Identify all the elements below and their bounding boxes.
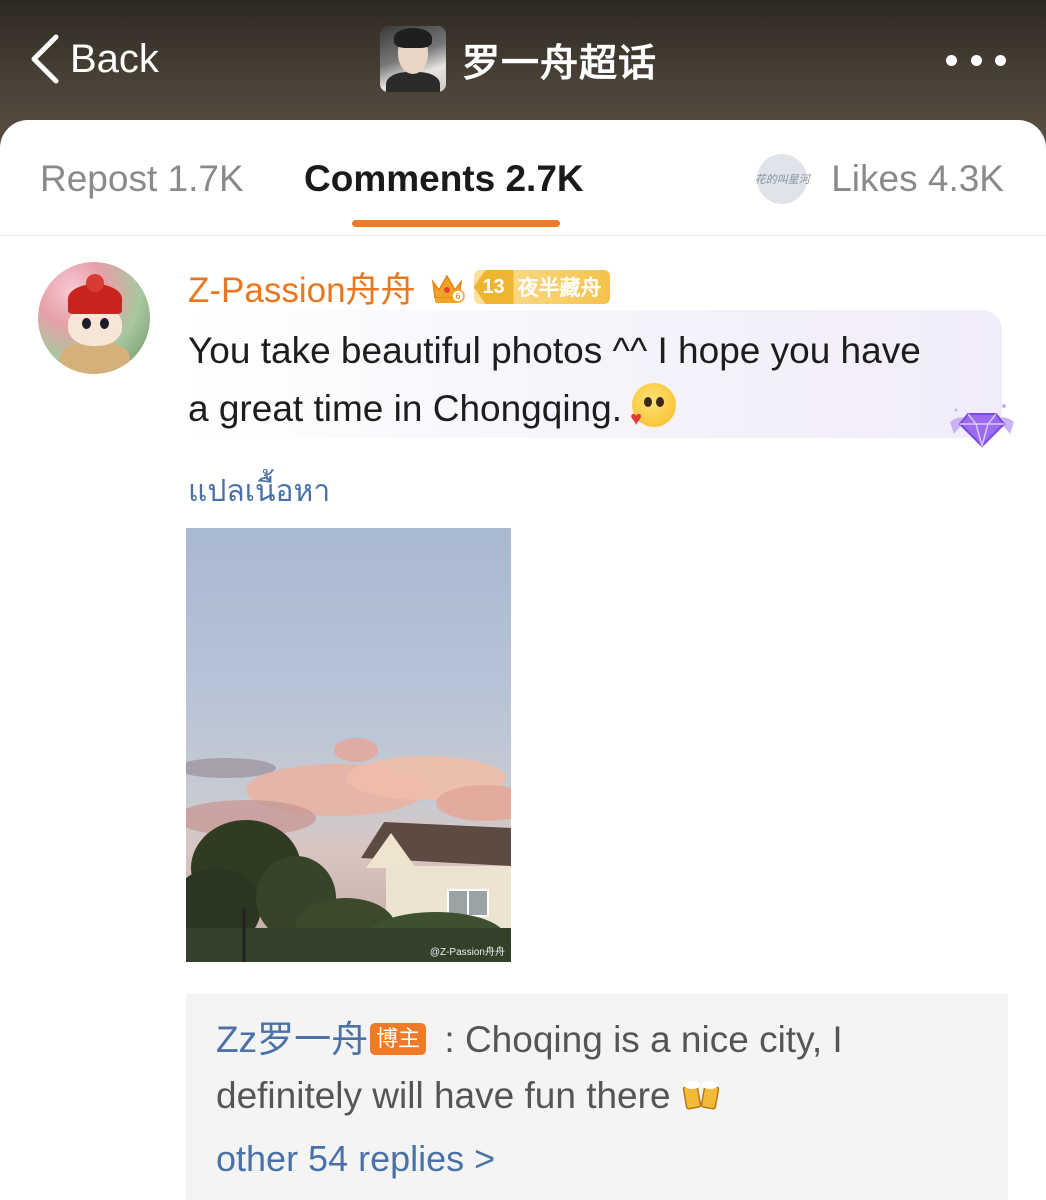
tab-likes-label: Likes 4.3K [831,158,1004,199]
translate-link[interactable]: แปลเนื้อหา [188,468,330,515]
commenter-name-row: Z-Passion舟舟 6 13 夜半藏舟 [188,264,610,310]
tab-bar: Repost 1.7K Comments 2.7K 花的叫星河 Likes 4.… [0,120,1046,236]
beer-cheers-emoji-icon [682,1081,720,1110]
dot-icon [946,54,957,66]
commenter-username[interactable]: Z-Passion舟舟 [188,262,416,313]
comment-text-block: You take beautiful photos ^^ I hope you … [188,322,948,438]
sunset-house-photo [186,738,511,962]
active-tab-indicator [352,220,560,227]
back-button[interactable]: Back [28,30,159,88]
commenter-avatar[interactable] [38,262,150,374]
reply-item[interactable]: Zz罗一舟 博主 : Choqing is a nice city, I defi… [216,1012,976,1124]
svg-text:6: 6 [455,292,460,301]
photo-watermark: @Z-Passion舟舟 [429,947,505,958]
tab-comments[interactable]: Comments 2.7K [304,158,584,200]
back-label: Back [70,36,159,81]
more-replies-link[interactable]: other 54 replies > [216,1138,495,1180]
fan-level-number: 13 [473,270,514,304]
comment-photo[interactable]: @Z-Passion舟舟 [186,528,511,962]
fan-level-badge[interactable]: 13 夜半藏舟 [473,270,610,304]
fan-badge-label: 夜半藏舟 [517,277,602,300]
dot-icon [995,54,1006,66]
tab-repost[interactable]: Repost 1.7K [40,158,244,200]
topic-avatar [380,26,446,92]
more-options-button[interactable] [946,52,1006,68]
reply-username[interactable]: Zz罗一舟 [216,1019,368,1060]
page-title-group[interactable]: 罗一舟超话 [380,26,657,92]
diamond-badge-icon [950,404,1014,448]
blogger-badge: 博主 [370,1023,427,1055]
blush-heart-emoji-icon: ♥ [630,383,677,429]
page-title: 罗一舟超话 [462,42,658,85]
chevron-left-icon [31,34,59,84]
liker-avatar: 花的叫星河 [754,154,810,204]
liker-avatar-text: 花的叫星河 [754,173,810,186]
crown-badge-icon: 6 [431,274,465,303]
comment-text: You take beautiful photos ^^ I hope you … [188,330,921,429]
tab-likes[interactable]: 花的叫星河 Likes 4.3K [754,154,1004,204]
dot-icon [970,54,982,66]
